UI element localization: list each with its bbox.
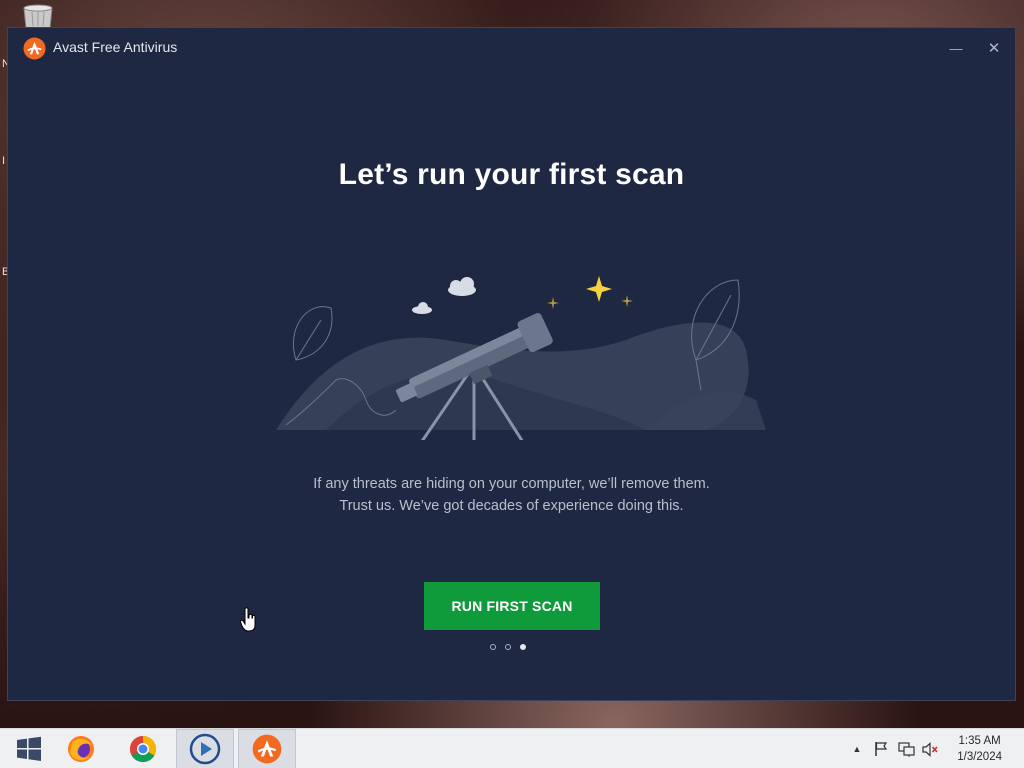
telescope-illustration [266, 240, 766, 460]
hand-cursor-icon [239, 607, 258, 633]
desktop-label-fragment: I [2, 155, 6, 167]
avast-icon [252, 734, 282, 764]
media-player-icon [189, 733, 221, 765]
pager-dots [490, 644, 526, 650]
chrome-icon [129, 735, 157, 763]
firefox-icon [68, 736, 94, 762]
description-line: If any threats are hiding on your comput… [313, 476, 710, 492]
close-icon: ✕ [987, 40, 1001, 57]
page-title: Let’s run your first scan [338, 158, 685, 191]
taskbar-firefox[interactable] [52, 729, 110, 768]
chevron-up-icon: ▲ [852, 744, 862, 754]
show-hidden-icons-button[interactable]: ▲ [850, 729, 864, 768]
volume-muted-icon[interactable] [920, 729, 940, 768]
taskbar-chrome[interactable] [114, 729, 172, 768]
title-bar[interactable]: Avast Free Antivirus — ✕ [8, 28, 1015, 68]
action-center-flag-icon[interactable] [872, 729, 890, 768]
pager-dot[interactable] [505, 644, 511, 650]
minimize-button[interactable]: — [941, 34, 971, 62]
avast-logo-icon [23, 37, 46, 60]
window-title: Avast Free Antivirus [53, 39, 178, 55]
system-clock[interactable]: 1:35 AM 1/3/2024 [957, 733, 1002, 765]
avast-window: Avast Free Antivirus — ✕ Let’s run your … [7, 27, 1016, 701]
close-button[interactable]: ✕ [979, 34, 1009, 62]
description-line: Trust us. We’ve got decades of experienc… [339, 498, 684, 514]
pager-dot[interactable] [490, 644, 496, 650]
clock-date: 1/3/2024 [957, 751, 1002, 763]
pager-dot-active[interactable] [520, 644, 526, 650]
taskbar-avast[interactable] [238, 729, 296, 768]
windows-logo-icon [17, 736, 41, 761]
run-first-scan-button[interactable]: RUN FIRST SCAN [424, 582, 600, 630]
network-icon[interactable] [896, 729, 916, 768]
description: If any threats are hiding on your comput… [8, 473, 1015, 517]
recycle-bin-icon[interactable] [20, 4, 56, 29]
minimize-icon: — [949, 40, 963, 56]
taskbar-media-player[interactable] [176, 729, 234, 768]
taskbar: ▲ 1:35 AM 1/3/2024 [0, 728, 1024, 768]
start-button[interactable] [0, 729, 58, 768]
clock-time: 1:35 AM [958, 735, 1001, 747]
